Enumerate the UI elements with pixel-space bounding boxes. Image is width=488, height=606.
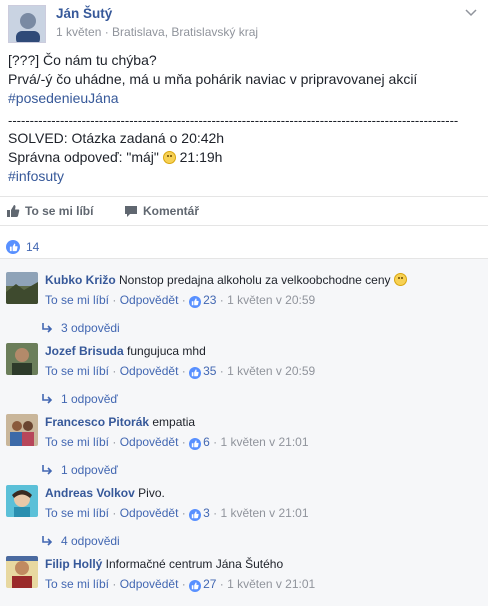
post-header: Ján Šutý 1 květen · Bratislava, Bratisla… <box>8 5 480 43</box>
commenter-avatar[interactable] <box>6 414 38 446</box>
commenter-avatar[interactable] <box>6 343 38 375</box>
comment-timestamp[interactable]: 1 květen v 21:01 <box>227 577 315 591</box>
comment-text: Pivo. <box>134 486 165 500</box>
comment-text: Informačné centrum Jána Šutého <box>102 557 284 571</box>
comment-likes-count[interactable]: 6 <box>203 435 210 449</box>
comment-timestamp[interactable]: 1 květen v 21:01 <box>220 435 308 449</box>
replies-count: 1 odpověď <box>61 463 118 477</box>
smile-emoji-icon <box>162 151 176 164</box>
commenter-name[interactable]: Kubko Križo <box>45 273 116 287</box>
comment-reply-link[interactable]: Odpovědět <box>120 364 179 378</box>
replies-count: 3 odpovědi <box>61 321 120 335</box>
commenter-avatar[interactable] <box>6 272 38 304</box>
commenter-avatar[interactable] <box>6 485 38 517</box>
comment-reply-link[interactable]: Odpovědět <box>120 435 179 449</box>
post-line: SOLVED: Otázka zadaná o 20:42h <box>8 130 225 146</box>
commenter-name[interactable]: Jozef Brisuda <box>45 344 124 358</box>
smile-emoji-icon <box>393 273 407 286</box>
author-avatar[interactable] <box>8 5 46 43</box>
comment-text: Nonstop predajna alkoholu za velkoobchod… <box>115 273 394 287</box>
like-reaction-icon <box>189 296 202 308</box>
likes-count: 14 <box>26 240 40 254</box>
post-meta: 1 květen · Bratislava, Bratislavský kraj <box>56 25 259 39</box>
comment-reply-link[interactable]: Odpovědět <box>120 577 179 591</box>
like-label: To se mi líbí <box>25 204 94 218</box>
comment-text: fungujuca mhd <box>123 344 206 358</box>
post-line: 21:19h <box>175 149 223 165</box>
like-reaction-icon <box>189 509 202 521</box>
comment-likes-count[interactable]: 23 <box>203 293 216 307</box>
reply-arrow-icon <box>42 536 53 546</box>
reply-arrow-icon <box>42 323 53 333</box>
like-reaction-icon <box>189 580 202 592</box>
like-reaction-icon <box>189 438 202 450</box>
commenter-avatar[interactable] <box>6 556 38 588</box>
comment-like-link[interactable]: To se mi líbí <box>45 577 109 591</box>
chevron-down-icon[interactable] <box>464 5 478 19</box>
like-reaction-icon <box>6 240 20 254</box>
post-body: [???] Čo nám tu chýba? Prvá/-ý čo uhádne… <box>8 51 478 186</box>
post-line: Prvá/-ý čo uhádne, má u mňa pohárik navi… <box>8 71 418 87</box>
comment-likes-count[interactable]: 3 <box>203 506 210 520</box>
replies-count: 1 odpověď <box>61 392 118 406</box>
replies-count: 4 odpovědi <box>61 534 120 548</box>
like-reaction-icon <box>189 367 202 379</box>
comment-reply-link[interactable]: Odpovědět <box>120 506 179 520</box>
comment-button[interactable]: Komentář <box>124 204 199 218</box>
reply-arrow-icon <box>42 394 53 404</box>
comment-like-link[interactable]: To se mi líbí <box>45 435 109 449</box>
commenter-name[interactable]: Francesco Pitorák <box>45 415 149 429</box>
hashtag-link[interactable]: #posedenieuJána <box>8 90 119 106</box>
post-author[interactable]: Ján Šutý <box>56 6 112 21</box>
comment-likes-count[interactable]: 35 <box>203 364 216 378</box>
comment-label: Komentář <box>143 204 200 218</box>
comments-section: Kubko Križo Nonstop predajna alkoholu za… <box>0 258 488 606</box>
view-replies-link[interactable]: 1 odpověď <box>41 463 118 477</box>
view-replies-link[interactable]: 4 odpovědi <box>41 534 120 548</box>
comment-like-link[interactable]: To se mi líbí <box>45 506 109 520</box>
view-replies-link[interactable]: 3 odpovědi <box>41 321 120 335</box>
commenter-name[interactable]: Andreas Volkov <box>45 486 135 500</box>
comment-reply-link[interactable]: Odpovědět <box>120 293 179 307</box>
comment-like-link[interactable]: To se mi líbí <box>45 364 109 378</box>
post-line: [???] Čo nám tu chýba? <box>8 52 157 68</box>
thumbs-up-icon <box>7 205 20 217</box>
comment-timestamp[interactable]: 1 květen v 20:59 <box>227 364 315 378</box>
reactions-summary[interactable]: 14 <box>6 238 39 256</box>
hashtag-link[interactable]: #infosuty <box>8 168 64 184</box>
commenter-name[interactable]: Filip Hollý <box>45 557 102 571</box>
post-line: Správna odpoveď: "máj" <box>8 149 159 165</box>
divider-dashes: ----------------------------------------… <box>8 114 459 128</box>
view-replies-link[interactable]: 1 odpověď <box>41 392 118 406</box>
comment-icon <box>125 206 137 217</box>
like-button[interactable]: To se mi líbí <box>6 204 93 218</box>
post-actions: To se mi líbí Komentář <box>0 196 488 226</box>
comment-likes-count[interactable]: 27 <box>203 577 216 591</box>
comment-timestamp[interactable]: 1 květen v 20:59 <box>227 293 315 307</box>
reply-arrow-icon <box>42 465 53 475</box>
comment-like-link[interactable]: To se mi líbí <box>45 293 109 307</box>
comment-timestamp[interactable]: 1 květen v 21:01 <box>220 506 308 520</box>
comment-text: empatia <box>149 415 196 429</box>
